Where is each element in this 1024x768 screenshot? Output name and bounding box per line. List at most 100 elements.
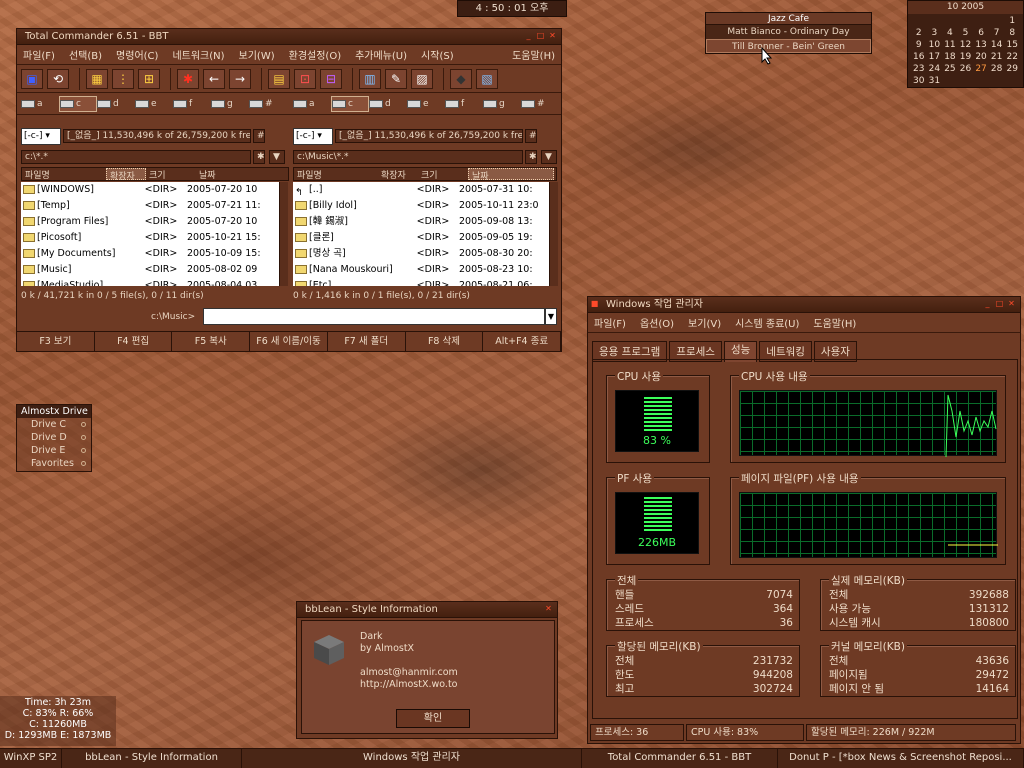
- document-icon[interactable]: ▧: [476, 68, 498, 89]
- drive-menu-item-d[interactable]: Drive D: [17, 431, 91, 444]
- drive-menu-item-c[interactable]: Drive C: [17, 418, 91, 431]
- taskbar-item-total-commander[interactable]: Total Commander 6.51 - BBT: [582, 749, 778, 768]
- drive-f-button[interactable]: f: [173, 96, 211, 112]
- save-icon[interactable]: ▣: [21, 68, 43, 89]
- left-history-button[interactable]: ▼: [269, 150, 285, 164]
- tree-view-icon[interactable]: ⊞: [138, 68, 160, 89]
- drive-c-button[interactable]: c: [59, 95, 97, 112]
- full-view-icon[interactable]: ⋮: [112, 68, 134, 89]
- url-connect-icon[interactable]: ⊟: [320, 68, 342, 89]
- right-scrollbar[interactable]: [549, 182, 558, 286]
- refresh-icon[interactable]: ⟲: [47, 68, 69, 89]
- altf4-exit-button[interactable]: Alt+F4 종료: [483, 332, 562, 351]
- file-row[interactable]: [Billy Idol] <DIR> 2005-10-11 23:0: [293, 198, 549, 214]
- minimize-icon[interactable]: _: [983, 300, 992, 309]
- file-row[interactable]: [Etc] <DIR> 2005-08-21 06:: [293, 278, 549, 286]
- file-row[interactable]: [WINDOWS] <DIR> 2005-07-20 10: [21, 182, 279, 198]
- menu-help[interactable]: 도움말(H): [512, 47, 555, 62]
- close-icon[interactable]: ✕: [548, 32, 557, 41]
- drive-d-button[interactable]: d: [369, 96, 407, 112]
- col-date[interactable]: 날짜: [196, 168, 276, 181]
- file-row[interactable]: [My Documents] <DIR> 2005-10-09 15:: [21, 246, 279, 262]
- network-drive-button[interactable]: #: [249, 96, 287, 112]
- menu-select[interactable]: 선택(B): [69, 47, 102, 62]
- f6-move-button[interactable]: F6 새 이름/이동: [250, 332, 328, 351]
- drive-e-button[interactable]: e: [135, 96, 173, 112]
- drive-a-button[interactable]: a: [21, 96, 59, 112]
- cube-icon[interactable]: ◆: [450, 68, 472, 89]
- file-row[interactable]: [클론] <DIR> 2005-09-05 19:: [293, 230, 549, 246]
- tm-menu-help[interactable]: 도움말(H): [813, 315, 856, 330]
- taskbar-item-style-info[interactable]: bbLean - Style Information: [62, 749, 242, 768]
- track-item[interactable]: Till Bronner - Bein' Green: [706, 39, 871, 53]
- f7-newfolder-button[interactable]: F7 새 폴더: [328, 332, 406, 351]
- file-row[interactable]: [韓 錫淑] <DIR> 2005-09-08 13:: [293, 214, 549, 230]
- right-history-button[interactable]: ▼: [541, 150, 557, 164]
- menu-file[interactable]: 파일(F): [23, 47, 55, 62]
- notepad-icon[interactable]: ▥: [359, 68, 381, 89]
- taskbar-item-task-manager[interactable]: Windows 작업 관리자: [242, 749, 582, 768]
- menu-config[interactable]: 환경설정(O): [289, 47, 341, 62]
- pack-icon[interactable]: ▤: [268, 68, 290, 89]
- right-drive-select[interactable]: [-c-] ▾: [293, 128, 333, 145]
- f8-delete-button[interactable]: F8 삭제: [406, 332, 484, 351]
- drive-d-button[interactable]: d: [97, 96, 135, 112]
- drive-c-button[interactable]: c: [331, 95, 369, 112]
- menu-start[interactable]: 시작(S): [421, 47, 454, 62]
- col-name[interactable]: 파일명: [22, 168, 106, 181]
- tm-menu-view[interactable]: 보기(V): [688, 315, 721, 330]
- drive-a-button[interactable]: a: [293, 96, 331, 112]
- right-file-list[interactable]: ↰ [..] <DIR> 2005-07-31 10: [Billy Idol] <DIR…: [293, 182, 549, 286]
- file-row[interactable]: [MediaStudio] <DIR> 2005-08-04 03: [21, 278, 279, 286]
- drive-menu-item-e[interactable]: Drive E: [17, 444, 91, 457]
- taskbar-label[interactable]: WinXP SP2: [0, 749, 62, 768]
- command-input[interactable]: [203, 308, 545, 325]
- f5-copy-button[interactable]: F5 복사: [172, 332, 251, 351]
- file-row[interactable]: [Program Files] <DIR> 2005-07-20 10: [21, 214, 279, 230]
- si-titlebar[interactable]: bbLean - Style Information ✕: [297, 602, 557, 618]
- col-date[interactable]: 날짜: [468, 168, 554, 182]
- image-icon[interactable]: ▨: [411, 68, 433, 89]
- forward-icon[interactable]: →: [229, 68, 251, 89]
- maximize-icon[interactable]: □: [995, 300, 1004, 309]
- taskbar-item-donut[interactable]: Donut P - [*box News & Screenshot Reposi…: [778, 749, 1024, 768]
- col-name[interactable]: 파일명: [294, 168, 378, 181]
- drive-menu-item-favorites[interactable]: Favorites: [17, 457, 91, 470]
- menu-network[interactable]: 네트워크(N): [172, 47, 224, 62]
- ok-button[interactable]: 확인: [396, 709, 470, 728]
- menu-commands[interactable]: 명령어(C): [116, 47, 158, 62]
- tm-menu-options[interactable]: 옵션(O): [640, 315, 674, 330]
- brief-view-icon[interactable]: ▦: [86, 68, 108, 89]
- menu-extra[interactable]: 추가메뉴(U): [355, 47, 407, 62]
- minimize-icon[interactable]: _: [524, 32, 533, 41]
- file-row[interactable]: [Music] <DIR> 2005-08-02 09: [21, 262, 279, 278]
- drive-e-button[interactable]: e: [407, 96, 445, 112]
- tc-titlebar[interactable]: Total Commander 6.51 - BBT _ □ ✕: [17, 29, 561, 45]
- col-size[interactable]: 크기: [418, 168, 468, 181]
- network-drive-button[interactable]: #: [521, 96, 559, 112]
- left-scrollbar[interactable]: [279, 182, 288, 286]
- left-filter-button[interactable]: ✱: [253, 150, 265, 164]
- left-root-button[interactable]: #: [253, 129, 265, 143]
- left-drive-select[interactable]: [-c-] ▾: [21, 128, 61, 145]
- left-file-list[interactable]: [WINDOWS] <DIR> 2005-07-20 10 [Temp] <DIR> 20…: [21, 182, 279, 286]
- close-icon[interactable]: ✕: [544, 605, 553, 614]
- edit-icon[interactable]: ✎: [385, 68, 407, 89]
- file-row[interactable]: [Picosoft] <DIR> 2005-10-21 15:: [21, 230, 279, 246]
- file-row[interactable]: [Temp] <DIR> 2005-07-21 11:: [21, 198, 279, 214]
- ftp-connect-icon[interactable]: ⊡: [294, 68, 316, 89]
- right-root-button[interactable]: #: [525, 129, 537, 143]
- file-row[interactable]: [Nana Mouskouri] <DIR> 2005-08-23 10:: [293, 262, 549, 278]
- col-size[interactable]: 크기: [146, 168, 196, 181]
- back-icon[interactable]: ←: [203, 68, 225, 89]
- close-icon[interactable]: ✕: [1007, 300, 1016, 309]
- right-filter-button[interactable]: ✱: [525, 150, 537, 164]
- drive-f-button[interactable]: f: [445, 96, 483, 112]
- track-item[interactable]: Matt Bianco - Ordinary Day: [706, 25, 871, 39]
- invert-selection-icon[interactable]: ✱: [177, 68, 199, 89]
- tm-titlebar[interactable]: ■ Windows 작업 관리자 _ □ ✕: [588, 297, 1020, 313]
- col-ext[interactable]: 확장자: [378, 168, 418, 181]
- file-row[interactable]: ↰ [..] <DIR> 2005-07-31 10:: [293, 182, 549, 198]
- menu-view[interactable]: 보기(W): [239, 47, 275, 62]
- drive-g-button[interactable]: g: [211, 96, 249, 112]
